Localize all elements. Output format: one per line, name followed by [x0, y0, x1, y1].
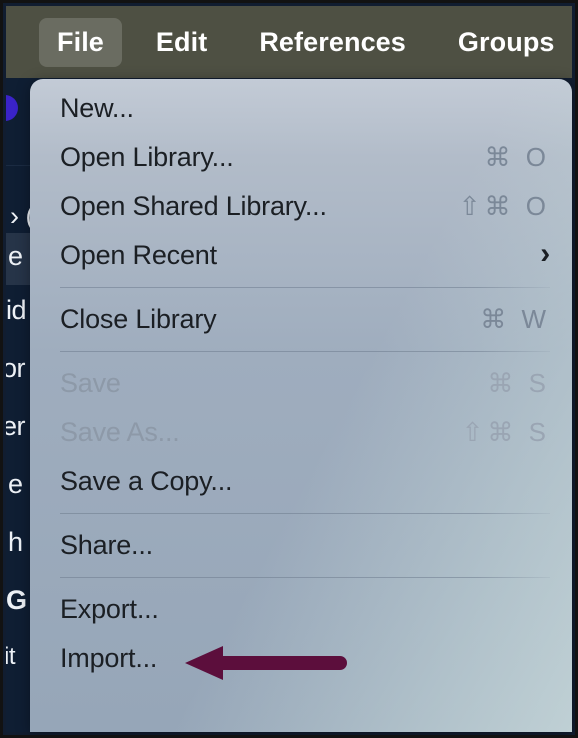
menu-item-save-as: Save As... ⇧⌘ S	[30, 408, 572, 457]
menu-bar: File Edit References Groups	[6, 6, 572, 78]
file-menu-dropdown: New... Open Library... ⌘ O Open Shared L…	[30, 79, 572, 732]
menu-item-share[interactable]: Share...	[30, 521, 572, 570]
menu-item-label: Open Shared Library...	[60, 191, 327, 221]
menu-separator	[60, 287, 550, 288]
menu-item-label: Save	[60, 368, 121, 398]
menu-item-shortcut: ⌘ O	[484, 142, 550, 172]
chevron-right-icon: ›	[540, 236, 550, 270]
menu-item-shortcut: ⇧⌘ S	[461, 417, 550, 447]
menu-item-export[interactable]: Export...	[30, 585, 572, 634]
menu-item-label: Import...	[60, 643, 158, 673]
menu-item-open-library[interactable]: Open Library... ⌘ O	[30, 133, 572, 182]
menu-item-label: Open Library...	[60, 142, 234, 172]
menubar-item-groups[interactable]: Groups	[440, 18, 573, 67]
menu-item-open-shared-library[interactable]: Open Shared Library... ⇧⌘ O	[30, 182, 572, 231]
menu-item-label: Export...	[60, 594, 159, 624]
menu-item-label: Save As...	[60, 417, 180, 447]
menubar-item-edit[interactable]: Edit	[138, 18, 225, 67]
menu-item-close-library[interactable]: Close Library ⌘ W	[30, 295, 572, 344]
menubar-item-file[interactable]: File	[39, 17, 122, 67]
menu-item-import[interactable]: Import...	[30, 634, 572, 683]
menu-item-save: Save ⌘ S	[30, 359, 572, 408]
menu-item-shortcut: ⌘ S	[487, 368, 550, 398]
menu-item-shortcut: ⇧⌘ O	[458, 191, 550, 221]
menu-item-open-recent[interactable]: Open Recent ›	[30, 231, 572, 280]
menu-separator	[60, 577, 550, 578]
background-sidebar-fragment-text: e	[8, 241, 23, 271]
menu-item-label: Close Library	[60, 304, 217, 334]
menu-item-label: New...	[60, 93, 134, 123]
menu-separator	[60, 351, 550, 352]
screenshot-frame: › ( e id or er e h G it File Edit Refere…	[0, 0, 578, 738]
menu-item-label: Share...	[60, 530, 153, 560]
background-dot-icon	[6, 95, 18, 121]
menu-item-new[interactable]: New...	[30, 84, 572, 133]
menu-item-save-a-copy[interactable]: Save a Copy...	[30, 457, 572, 506]
menu-item-label: Save a Copy...	[60, 466, 233, 496]
menu-item-label: Open Recent	[60, 240, 217, 270]
menubar-item-references[interactable]: References	[241, 18, 424, 67]
menu-separator	[60, 513, 550, 514]
menu-item-shortcut: ⌘ W	[480, 304, 550, 334]
file-menu-list: New... Open Library... ⌘ O Open Shared L…	[30, 79, 572, 683]
